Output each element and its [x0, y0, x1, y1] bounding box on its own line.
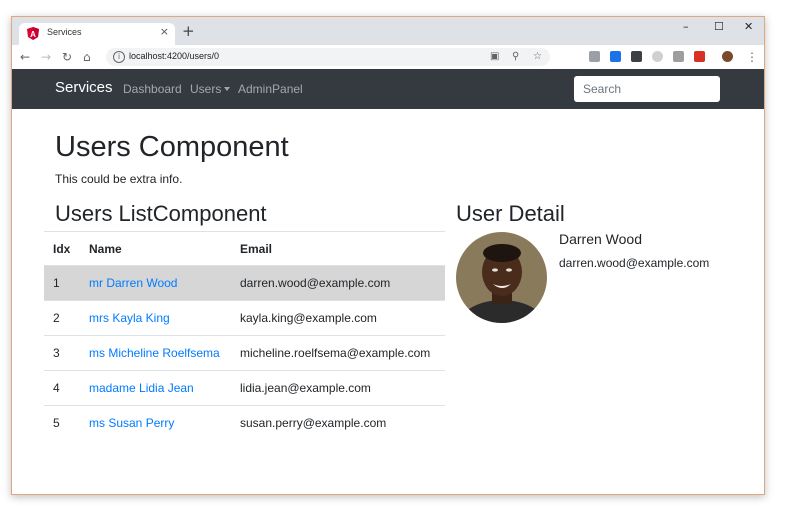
tab-strip: A Services × + – ☐ ✕	[12, 17, 764, 45]
url-text: localhost:4200/users/0	[129, 51, 220, 61]
camera-extension-icon[interactable]	[589, 51, 600, 62]
forward-arrow-icon[interactable]: →	[41, 50, 51, 64]
address-bar[interactable]: i localhost:4200/users/0 ▣ ⚲ ☆	[106, 48, 550, 66]
detail-name: Darren Wood	[559, 231, 643, 247]
back-arrow-icon[interactable]: ←	[20, 50, 30, 64]
profile-avatar-icon[interactable]	[722, 51, 733, 62]
row-email: susan.perry@example.com	[231, 405, 445, 440]
vue-extension-icon[interactable]	[631, 51, 642, 62]
user-link[interactable]: madame Lidia Jean	[89, 381, 194, 395]
puzzle-extension-icon[interactable]	[673, 51, 684, 62]
row-name-cell: madame Lidia Jean	[80, 370, 231, 406]
nav-link-dashboard[interactable]: Dashboard	[123, 82, 182, 96]
info-icon[interactable]: i	[113, 51, 125, 63]
users-list-heading: Users ListComponent	[55, 201, 267, 226]
close-window-button[interactable]: ✕	[744, 20, 753, 33]
page-subtitle: This could be extra info.	[55, 172, 183, 186]
nav-link-users[interactable]: Users	[190, 82, 231, 96]
table-row[interactable]: 5 ms Susan Perry susan.perry@example.com	[44, 405, 445, 440]
reload-icon[interactable]: ↻	[62, 50, 72, 64]
nav-link-users-label: Users	[190, 82, 222, 96]
browser-toolbar: ← → ↻ ⌂ i localhost:4200/users/0 ▣ ⚲ ☆ ⋮	[12, 45, 764, 70]
row-email: darren.wood@example.com	[231, 265, 445, 301]
minimize-button[interactable]: –	[683, 20, 689, 33]
bookmark-star-icon[interactable]: ☆	[533, 51, 542, 62]
table-header-row: Idx Name Email	[44, 231, 445, 266]
main-content: Users Component This could be extra info…	[12, 109, 764, 494]
row-idx: 3	[44, 335, 80, 371]
user-link[interactable]: ms Micheline Roelfsema	[89, 346, 220, 360]
detail-email: darren.wood@example.com	[559, 256, 710, 270]
header-email: Email	[231, 231, 445, 266]
row-name-cell: mr Darren Wood	[80, 265, 231, 301]
row-email: micheline.roelfsema@example.com	[231, 335, 445, 371]
users-table: Idx Name Email 1 mr Darren Wood darren.w…	[44, 231, 445, 440]
circle-extension-icon[interactable]	[652, 51, 663, 62]
row-name-cell: ms Susan Perry	[80, 405, 231, 440]
new-tab-button[interactable]: +	[182, 24, 195, 39]
table-row[interactable]: 4 madame Lidia Jean lidia.jean@example.c…	[44, 370, 445, 406]
table-row[interactable]: 3 ms Micheline Roelfsema micheline.roelf…	[44, 335, 445, 371]
browser-tab[interactable]: A Services ×	[19, 23, 175, 45]
tab-title: Services	[47, 27, 82, 37]
header-idx: Idx	[44, 231, 80, 266]
row-idx: 4	[44, 370, 80, 406]
tab-close-icon[interactable]: ×	[160, 25, 169, 38]
user-link[interactable]: ms Susan Perry	[89, 416, 174, 430]
table-row[interactable]: 1 mr Darren Wood darren.wood@example.com	[44, 265, 445, 301]
user-link[interactable]: mr Darren Wood	[89, 276, 177, 290]
row-name-cell: ms Micheline Roelfsema	[80, 335, 231, 371]
row-idx: 5	[44, 405, 80, 440]
search-input[interactable]	[574, 76, 720, 102]
angular-icon: A	[27, 27, 39, 40]
app-navbar: Services Dashboard Users AdminPanel	[12, 69, 764, 109]
home-icon[interactable]: ⌂	[83, 50, 91, 64]
nav-link-adminpanel[interactable]: AdminPanel	[238, 82, 303, 96]
row-email: lidia.jean@example.com	[231, 370, 445, 406]
caret-down-icon	[224, 87, 231, 91]
svg-text:A: A	[30, 30, 36, 39]
user-avatar	[456, 232, 547, 323]
browser-window: A Services × + – ☐ ✕ ← → ↻ ⌂ i localhost…	[11, 16, 765, 495]
user-photo	[456, 232, 547, 323]
zoom-icon[interactable]: ⚲	[512, 51, 519, 62]
table-row[interactable]: 2 mrs Kayla King kayla.king@example.com	[44, 300, 445, 336]
row-email: kayla.king@example.com	[231, 300, 445, 336]
user-link[interactable]: mrs Kayla King	[89, 311, 170, 325]
header-name: Name	[80, 231, 231, 266]
blocked-popup-icon[interactable]: ▣	[490, 51, 499, 62]
user-detail-heading: User Detail	[456, 201, 565, 226]
maximize-button[interactable]: ☐	[714, 20, 724, 33]
row-idx: 2	[44, 300, 80, 336]
page-title: Users Component	[55, 131, 289, 163]
row-idx: 1	[44, 265, 80, 301]
pen-extension-icon[interactable]	[610, 51, 621, 62]
row-name-cell: mrs Kayla King	[80, 300, 231, 336]
navbar-brand[interactable]: Services	[55, 79, 113, 96]
menu-dots-icon[interactable]: ⋮	[746, 50, 758, 64]
red-extension-icon[interactable]	[694, 51, 705, 62]
